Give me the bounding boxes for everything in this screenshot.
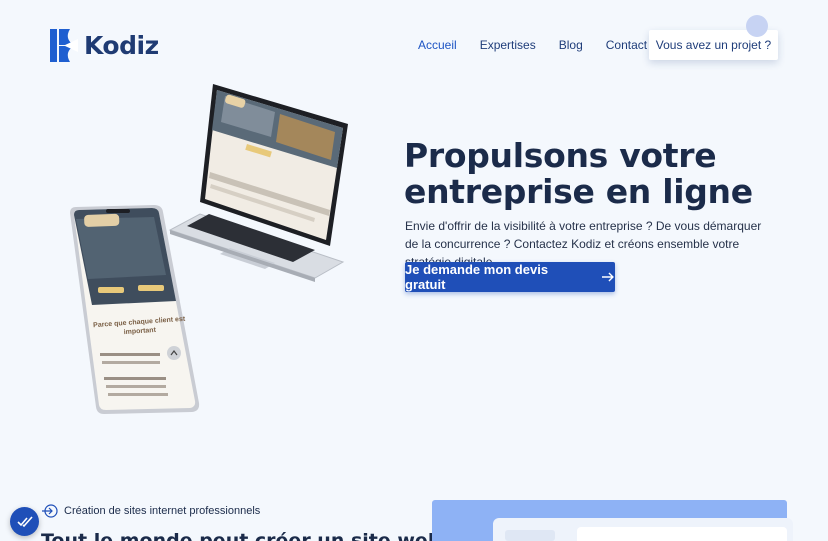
accessibility-button[interactable] [10, 507, 39, 536]
nav-item-contact[interactable]: Contact [606, 38, 647, 52]
arrow-right-icon [602, 272, 614, 282]
section-eyebrow: Création de sites internet professionnel… [42, 504, 260, 518]
logo[interactable]: Kodiz [50, 29, 159, 62]
main-nav: Accueil Expertises Blog Contact [418, 38, 647, 52]
quote-request-label: Je demande mon devis gratuit [405, 262, 549, 292]
decorative-bubble [746, 15, 768, 37]
hero-title: Propulsons votre entreprise en ligne [404, 138, 804, 210]
logo-text: Kodiz [84, 31, 159, 60]
phone-mockup: Parce que chaque client est important [62, 205, 202, 415]
double-check-icon [16, 515, 33, 527]
illustration-content [577, 527, 787, 541]
nav-item-expertises[interactable]: Expertises [480, 38, 536, 52]
nav-item-blog[interactable]: Blog [559, 38, 583, 52]
kodiz-logo-icon [50, 29, 78, 62]
login-arrow-icon [42, 504, 58, 518]
hero-title-line-2: entreprise en ligne [404, 172, 753, 211]
hero-title-line-1: Propulsons votre [404, 136, 717, 175]
site-header: Kodiz Accueil Expertises Blog Contact Vo… [0, 0, 828, 90]
quote-request-button[interactable]: Je demande mon devis gratuit [405, 262, 615, 292]
section-eyebrow-text: Création de sites internet professionnel… [64, 505, 261, 517]
nav-item-accueil[interactable]: Accueil [418, 38, 457, 52]
section-title: Tout le monde peut créer un site web. En [41, 530, 482, 541]
illustration-sidebar [505, 530, 555, 541]
